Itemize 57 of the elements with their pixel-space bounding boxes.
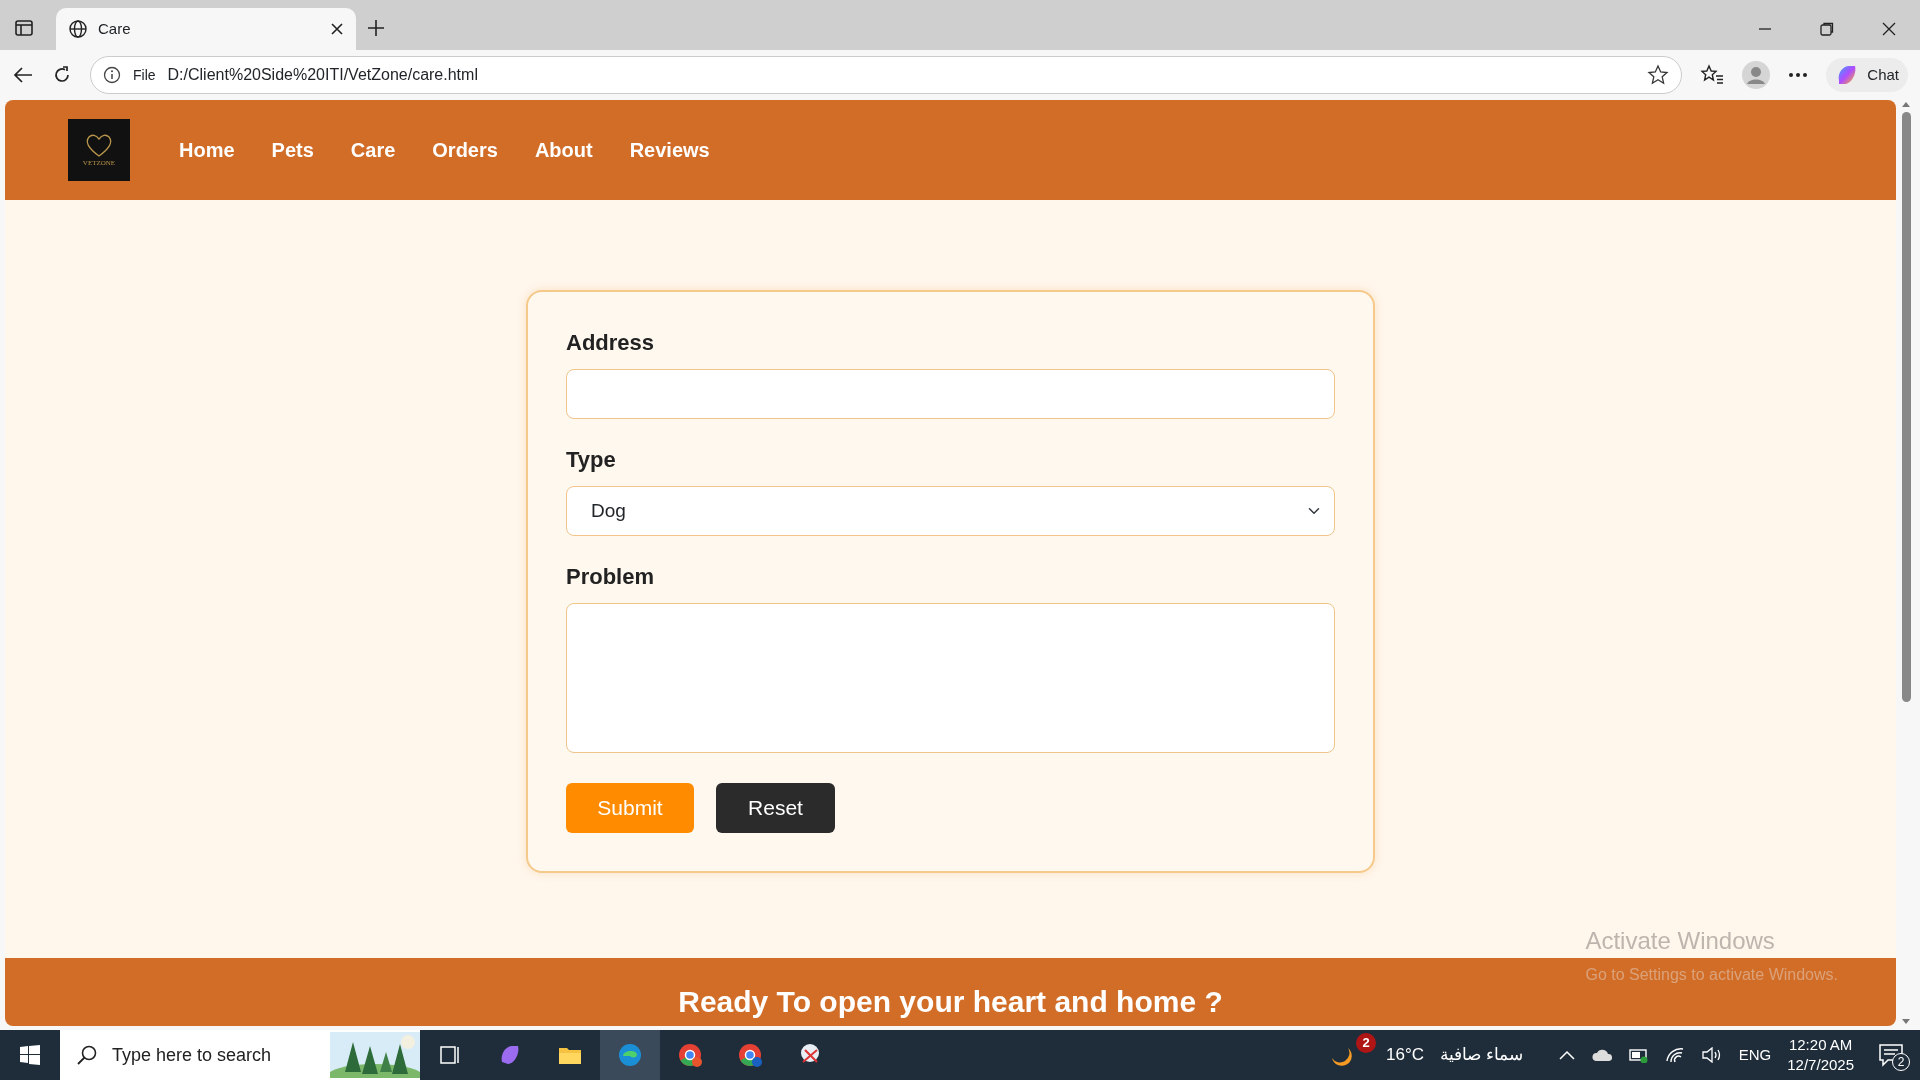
select-field[interactable]: Dog <box>566 486 1335 536</box>
activation-title: Activate Windows <box>1585 926 1776 956</box>
weather-condition: سماء صافية <box>1440 1044 1523 1067</box>
more-icon[interactable] <box>1788 72 1809 78</box>
field-label: Address <box>566 329 655 357</box>
temperature-text: 16°C <box>1386 1044 1424 1067</box>
star-icon[interactable] <box>1647 64 1670 86</box>
activation-text: Go to Settings to activate Windows. <box>1585 965 1838 985</box>
new-tab-icon[interactable] <box>366 18 386 38</box>
message-icon[interactable] <box>1878 1043 1904 1068</box>
chat-button[interactable]: Chat <box>1826 58 1908 92</box>
globe-icon <box>68 19 88 39</box>
nav-link[interactable]: Reviews <box>629 135 710 165</box>
input-field[interactable] <box>566 369 1335 419</box>
profile-icon[interactable] <box>1742 61 1771 89</box>
windows-logo-icon <box>19 1044 41 1066</box>
nav-link[interactable]: Pets <box>271 135 314 165</box>
reload-icon[interactable] <box>52 65 72 85</box>
scrollbar-thumb[interactable] <box>1901 112 1911 702</box>
wifi-icon[interactable] <box>1664 1047 1685 1063</box>
clock-time: 12:20 AM <box>1787 1034 1854 1055</box>
search-icon <box>76 1044 98 1066</box>
nav-link[interactable]: Orders <box>432 135 498 165</box>
reset-button[interactable]: Reset <box>716 783 835 833</box>
speaker-icon[interactable] <box>1700 1047 1723 1063</box>
battery-icon[interactable] <box>1628 1047 1649 1063</box>
cloud-icon[interactable] <box>1590 1048 1613 1062</box>
clock-date: 12/7/2025 <box>1787 1055 1854 1075</box>
file-label: File <box>133 65 156 85</box>
browser-tab[interactable]: Care <box>56 8 356 50</box>
close-icon[interactable] <box>330 22 344 36</box>
url-text: D:/Client%20Side%20ITI/VetZone/care.html <box>167 65 479 85</box>
close-icon[interactable] <box>1882 22 1896 36</box>
restore-icon[interactable] <box>1820 22 1834 36</box>
chevron-up-icon[interactable] <box>1558 1050 1575 1060</box>
nav-link[interactable]: Home <box>179 135 235 165</box>
sidebar-icon[interactable] <box>14 18 34 38</box>
tab-title: Care <box>98 18 132 39</box>
field-label: Type <box>566 446 616 474</box>
weather-badge: 2 <box>1356 1033 1377 1053</box>
taskbar-search[interactable]: Type here to search <box>60 1030 420 1080</box>
chrome-icon <box>737 1042 763 1068</box>
language-indicator[interactable]: ENG <box>1738 1043 1772 1067</box>
browser-icon <box>617 1042 643 1068</box>
info-icon <box>103 66 121 84</box>
nav-link[interactable]: About <box>534 135 593 165</box>
footer-heading: Ready To open your heart and home ? <box>678 984 1223 1020</box>
favorites-icon[interactable] <box>1700 64 1725 86</box>
scroll-down-icon[interactable] <box>1901 1018 1911 1026</box>
chrome-icon <box>677 1042 703 1068</box>
search-placeholder: Type here to search <box>112 1043 273 1067</box>
edge-browser-button[interactable] <box>600 1030 660 1080</box>
notification-count: 2 <box>1892 1053 1910 1072</box>
field-label: Problem <box>566 563 655 591</box>
textarea-field[interactable] <box>566 603 1335 753</box>
nav-link[interactable]: Care <box>350 135 396 165</box>
address-bar[interactable]: File D:/Client%20Side%20ITI/VetZone/care.html <box>90 56 1683 94</box>
